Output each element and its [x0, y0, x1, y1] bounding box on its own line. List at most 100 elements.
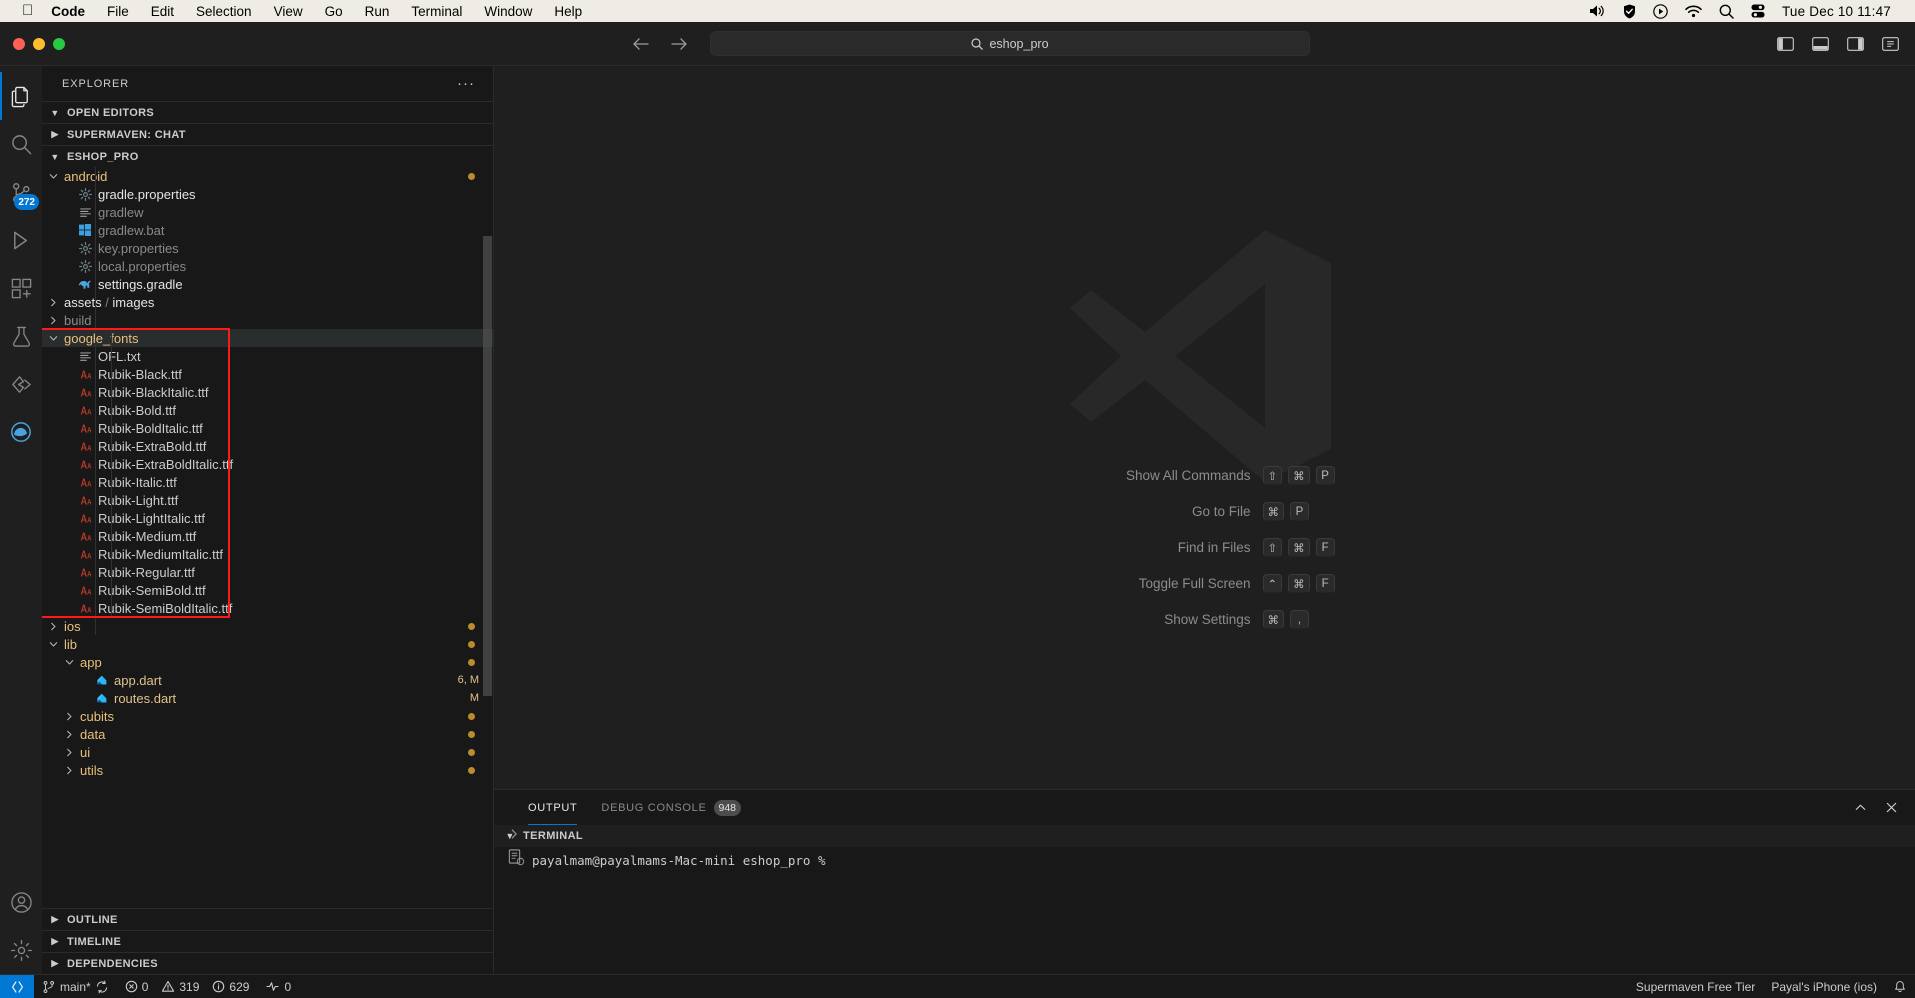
- mac-menu-code[interactable]: Code: [51, 4, 85, 19]
- mac-menu-window[interactable]: Window: [484, 4, 532, 19]
- mac-menu-help[interactable]: Help: [554, 4, 582, 19]
- chevron-right-icon[interactable]: [47, 297, 60, 308]
- shortcut-label[interactable]: Go to File: [1061, 504, 1251, 519]
- tree-folder-row[interactable]: assets / images: [42, 293, 493, 311]
- mac-menu-run[interactable]: Run: [365, 4, 390, 19]
- apple-logo-icon[interactable]: : [22, 3, 33, 18]
- sync-icon[interactable]: [95, 980, 109, 994]
- tree-file-row[interactable]: gradlew: [42, 203, 493, 221]
- tree-folder-row[interactable]: google_fonts: [42, 329, 493, 347]
- chevron-right-icon[interactable]: [63, 729, 76, 740]
- terminal-output[interactable]: payalmam@payalmams-Mac-mini eshop_pro %: [494, 847, 1915, 868]
- tree-folder-row[interactable]: android: [42, 167, 493, 185]
- tree-folder-row[interactable]: app: [42, 653, 493, 671]
- section-timeline[interactable]: ▶ TIMELINE: [42, 930, 493, 952]
- toggle-secondary-sidebar-icon[interactable]: [1847, 36, 1864, 52]
- wifi-icon[interactable]: [1685, 5, 1702, 18]
- activity-testing[interactable]: [0, 312, 42, 360]
- tree-file-row[interactable]: Rubik-Medium.ttf: [42, 527, 493, 545]
- tree-file-row[interactable]: Rubik-Regular.ttf: [42, 563, 493, 581]
- activity-supermaven[interactable]: [0, 360, 42, 408]
- activity-accounts[interactable]: [0, 878, 42, 926]
- mac-menu-edit[interactable]: Edit: [151, 4, 174, 19]
- tree-folder-row[interactable]: cubits: [42, 707, 493, 725]
- mac-menu-selection[interactable]: Selection: [196, 4, 252, 19]
- tree-folder-row[interactable]: ui: [42, 743, 493, 761]
- play-circle-icon[interactable]: [1653, 3, 1668, 19]
- chevron-right-icon[interactable]: [47, 315, 60, 326]
- back-arrow-icon[interactable]: [632, 37, 649, 51]
- activity-source-control[interactable]: 272: [0, 168, 42, 216]
- remote-window-button[interactable]: [0, 974, 34, 998]
- forward-arrow-icon[interactable]: [671, 37, 688, 51]
- terminal-section-header[interactable]: ▼ TERMINAL: [494, 825, 1915, 847]
- tree-file-row[interactable]: app.dart 6, M: [42, 671, 493, 689]
- command-center[interactable]: eshop_pro: [710, 31, 1310, 56]
- tree-file-row[interactable]: OFL.txt: [42, 347, 493, 365]
- tree-file-row[interactable]: local.properties: [42, 257, 493, 275]
- activity-extensions[interactable]: [0, 264, 42, 312]
- section-outline[interactable]: ▶ OUTLINE: [42, 908, 493, 930]
- tree-file-row[interactable]: Rubik-SemiBoldItalic.ttf: [42, 599, 493, 617]
- close-icon[interactable]: [1884, 800, 1899, 815]
- tree-file-row[interactable]: Rubik-ExtraBold.ttf: [42, 437, 493, 455]
- menu-bar-clock[interactable]: Tue Dec 10 11:47: [1782, 4, 1891, 19]
- tree-file-row[interactable]: Rubik-BoldItalic.ttf: [42, 419, 493, 437]
- status-ports[interactable]: 0: [257, 975, 299, 998]
- search-icon[interactable]: [1719, 4, 1734, 19]
- shortcut-label[interactable]: Find in Files: [1061, 540, 1251, 555]
- chevron-right-icon[interactable]: [47, 621, 60, 632]
- tree-file-row[interactable]: Rubik-Italic.ttf: [42, 473, 493, 491]
- control-center-icon[interactable]: [1751, 4, 1765, 18]
- shield-check-icon[interactable]: [1623, 4, 1636, 19]
- chevron-right-icon[interactable]: [63, 711, 76, 722]
- tree-file-row[interactable]: gradle.properties: [42, 185, 493, 203]
- sidebar-scrollbar[interactable]: [483, 236, 492, 696]
- toggle-primary-sidebar-icon[interactable]: [1777, 36, 1794, 52]
- tree-file-row[interactable]: Rubik-MediumItalic.ttf: [42, 545, 493, 563]
- section-supermaven-chat[interactable]: ▶ SUPERMAVEN: CHAT: [42, 123, 493, 145]
- tree-file-row[interactable]: settings.gradle: [42, 275, 493, 293]
- terminal-notes-icon[interactable]: [507, 848, 522, 865]
- status-notifications[interactable]: [1885, 975, 1915, 998]
- tree-file-row[interactable]: Rubik-Light.ttf: [42, 491, 493, 509]
- toggle-panel-icon[interactable]: [1812, 36, 1829, 52]
- tab-debug-console[interactable]: DEBUG CONSOLE 948: [589, 790, 753, 825]
- tab-output[interactable]: OUTPUT: [516, 790, 589, 825]
- mac-menu-go[interactable]: Go: [325, 4, 343, 19]
- section-open-editors[interactable]: ▼ OPEN EDITORS: [42, 101, 493, 123]
- tree-file-row[interactable]: key.properties: [42, 239, 493, 257]
- customize-layout-icon[interactable]: [1882, 36, 1899, 52]
- status-branch[interactable]: main*: [34, 975, 117, 998]
- minimize-window-button[interactable]: [33, 37, 45, 50]
- maximize-window-button[interactable]: [53, 37, 65, 50]
- activity-search[interactable]: [0, 120, 42, 168]
- mac-menu-terminal[interactable]: Terminal: [411, 4, 462, 19]
- activity-manage-gear[interactable]: [0, 926, 42, 974]
- explorer-more-actions-icon[interactable]: ···: [457, 75, 475, 92]
- chevron-down-icon[interactable]: [63, 657, 76, 668]
- chevron-down-icon[interactable]: [47, 171, 60, 182]
- status-problems[interactable]: 0 319 629: [117, 975, 258, 998]
- tree-file-row[interactable]: routes.dart M: [42, 689, 493, 707]
- tree-file-row[interactable]: Rubik-Bold.ttf: [42, 401, 493, 419]
- volume-icon[interactable]: [1589, 4, 1606, 18]
- shortcut-label[interactable]: Show Settings: [1061, 612, 1250, 627]
- mac-menu-view[interactable]: View: [274, 4, 303, 19]
- chevron-up-icon[interactable]: [1853, 800, 1868, 815]
- section-eshop-pro[interactable]: ▼ ESHOP_PRO: [42, 145, 493, 167]
- status-supermaven[interactable]: Supermaven Free Tier: [1628, 975, 1763, 998]
- chevron-right-icon[interactable]: [507, 827, 521, 841]
- tree-file-row[interactable]: Rubik-SemiBold.ttf: [42, 581, 493, 599]
- tree-folder-row[interactable]: build: [42, 311, 493, 329]
- tree-folder-row[interactable]: data: [42, 725, 493, 743]
- chevron-down-icon[interactable]: [47, 639, 60, 650]
- tree-file-row[interactable]: gradlew.bat: [42, 221, 493, 239]
- activity-run-debug[interactable]: [0, 216, 42, 264]
- tree-file-row[interactable]: Rubik-Black.ttf: [42, 365, 493, 383]
- shortcut-label[interactable]: Toggle Full Screen: [1061, 576, 1251, 591]
- activity-explorer[interactable]: [0, 72, 42, 120]
- tree-folder-row[interactable]: ios: [42, 617, 493, 635]
- tree-file-row[interactable]: Rubik-ExtraBoldItalic.ttf: [42, 455, 493, 473]
- section-dependencies[interactable]: ▶ DEPENDENCIES: [42, 952, 493, 974]
